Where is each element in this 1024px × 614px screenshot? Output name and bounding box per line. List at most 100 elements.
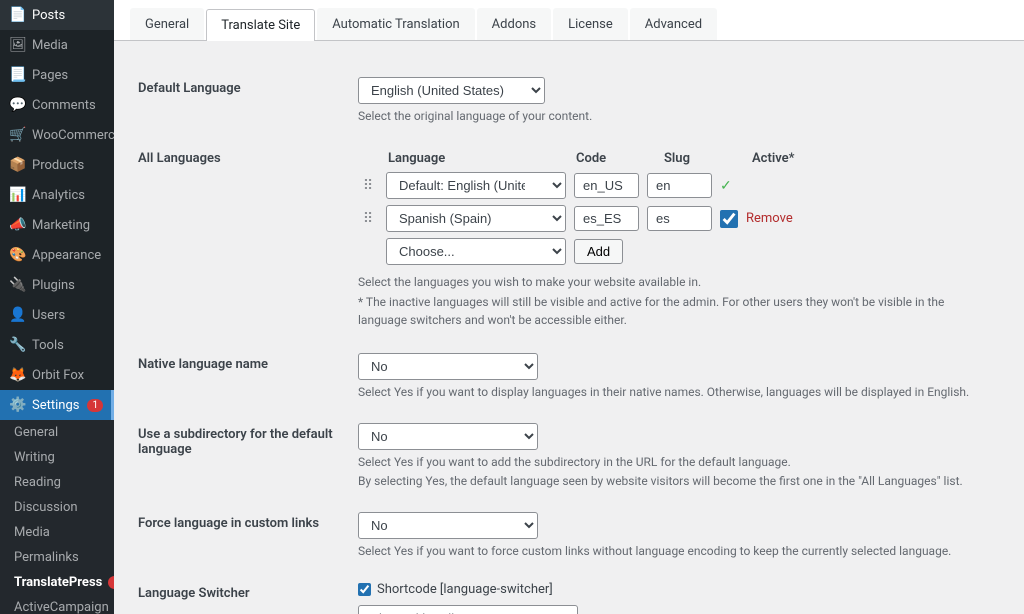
subdirectory-section: Use a subdirectory for the default langu… [138, 423, 990, 488]
tabs-bar: General Translate Site Automatic Transla… [114, 0, 1024, 41]
media-icon: 🖼 [10, 37, 26, 53]
sidebar: 📄 Posts 🖼 Media 📃 Pages 💬 Comments 🛒 Woo… [0, 0, 114, 614]
lang-select-english[interactable]: Default: English (United States) [386, 172, 566, 199]
flags-select-shortcode[interactable]: Flags with Full Language Names Flags wit… [358, 605, 578, 614]
col-code-header: Code [576, 151, 656, 166]
code-input-spanish[interactable] [574, 206, 639, 231]
settings-submenu: General Writing Reading Discussion Media… [0, 420, 114, 614]
submenu-item-writing[interactable]: Writing [0, 445, 114, 470]
subdirectory-body: No Yes Select Yes if you want to add the… [358, 423, 990, 488]
tab-advanced[interactable]: Advanced [630, 8, 717, 40]
add-language-button[interactable]: Add [574, 239, 623, 264]
drag-handle-1[interactable]: ⠿ [358, 178, 378, 194]
sidebar-item-posts[interactable]: 📄 Posts [0, 0, 114, 30]
translatepress-label: TranslatePress [14, 575, 102, 590]
sidebar-label-orbit-fox: Orbit Fox [32, 368, 84, 383]
active-checkmark-english: ✓ [720, 178, 732, 194]
all-languages-section: All Languages Language Code Slug Active*… [138, 147, 990, 329]
sidebar-item-appearance[interactable]: 🎨 Appearance [0, 240, 114, 270]
settings-content: Default Language English (United States)… [114, 41, 1014, 614]
all-languages-label: All Languages [138, 147, 338, 166]
sidebar-item-pages[interactable]: 📃 Pages [0, 60, 114, 90]
sidebar-item-settings[interactable]: ⚙️ Settings 1 [0, 390, 114, 420]
tab-translate-site[interactable]: Translate Site [206, 9, 315, 41]
sidebar-item-media[interactable]: 🖼 Media [0, 30, 114, 60]
submenu-item-translatepress[interactable]: TranslatePress 1 [0, 570, 114, 595]
default-language-desc: Select the original language of your con… [358, 109, 990, 123]
lang-row-english: ⠿ Default: English (United States) ✓ [358, 172, 990, 199]
lang-table-header: Language Code Slug Active* [358, 147, 990, 172]
force-language-select[interactable]: No Yes [358, 512, 538, 539]
settings-badge: 1 [87, 399, 103, 412]
language-switcher-section: Language Switcher Shortcode [language-sw… [138, 582, 990, 614]
shortcode-label: Shortcode [language-switcher] [377, 582, 553, 597]
users-icon: 👤 [10, 307, 26, 323]
sidebar-label-posts: Posts [32, 8, 65, 23]
submenu-item-activecampaign[interactable]: ActiveCampaign [0, 595, 114, 614]
submenu-item-general[interactable]: General [0, 420, 114, 445]
native-language-select[interactable]: No Yes [358, 353, 538, 380]
lang-note-1: Select the languages you wish to make yo… [358, 273, 990, 291]
sidebar-label-tools: Tools [32, 338, 64, 353]
tab-general[interactable]: General [130, 8, 204, 40]
products-icon: 📦 [10, 157, 26, 173]
tab-license[interactable]: License [553, 8, 628, 40]
analytics-icon: 📊 [10, 187, 26, 203]
tab-addons[interactable]: Addons [477, 8, 551, 40]
sidebar-item-products[interactable]: 📦 Products [0, 150, 114, 180]
native-language-label: Native language name [138, 353, 338, 372]
tab-automatic-translation[interactable]: Automatic Translation [317, 8, 474, 40]
slug-input-spanish[interactable] [647, 206, 712, 231]
shortcode-checkbox[interactable] [358, 583, 371, 596]
sidebar-label-plugins: Plugins [32, 278, 75, 293]
orbit-fox-icon: 🦊 [10, 367, 26, 383]
sidebar-item-comments[interactable]: 💬 Comments [0, 90, 114, 120]
sidebar-item-tools[interactable]: 🔧 Tools [0, 330, 114, 360]
posts-icon: 📄 [10, 7, 26, 23]
subdirectory-desc2: By selecting Yes, the default language s… [358, 474, 990, 488]
sidebar-label-marketing: Marketing [32, 218, 90, 233]
sidebar-item-users[interactable]: 👤 Users [0, 300, 114, 330]
force-language-desc: Select Yes if you want to force custom l… [358, 544, 990, 558]
sidebar-label-woocommerce: WooCommerce [32, 128, 114, 143]
col-language-header: Language [388, 151, 568, 166]
default-language-section: Default Language English (United States)… [138, 77, 990, 123]
slug-input-english[interactable] [647, 173, 712, 198]
shortcode-checkbox-row: Shortcode [language-switcher] [358, 582, 990, 597]
submenu-item-media[interactable]: Media [0, 520, 114, 545]
active-checkbox-spanish[interactable] [720, 210, 738, 228]
plugins-icon: 🔌 [10, 277, 26, 293]
submenu-item-permalinks[interactable]: Permalinks [0, 545, 114, 570]
drag-handle-2[interactable]: ⠿ [358, 211, 378, 227]
lang-row-spanish: ⠿ Spanish (Spain) Remove [358, 205, 990, 232]
lang-notes: Select the languages you wish to make yo… [358, 273, 990, 329]
native-language-section: Native language name No Yes Select Yes i… [138, 353, 990, 399]
woocommerce-icon: 🛒 [10, 127, 26, 143]
sidebar-item-woocommerce[interactable]: 🛒 WooCommerce [0, 120, 114, 150]
choose-language-select[interactable]: Choose... [386, 238, 566, 265]
default-language-select[interactable]: English (United States) [358, 77, 545, 104]
sidebar-label-comments: Comments [32, 98, 96, 113]
lang-select-spanish[interactable]: Spanish (Spain) [386, 205, 566, 232]
code-input-english[interactable] [574, 173, 639, 198]
sidebar-label-analytics: Analytics [32, 188, 85, 203]
force-language-body: No Yes Select Yes if you want to force c… [358, 512, 990, 558]
subdirectory-select[interactable]: No Yes [358, 423, 538, 450]
submenu-item-reading[interactable]: Reading [0, 470, 114, 495]
appearance-icon: 🎨 [10, 247, 26, 263]
sidebar-label-media: Media [32, 38, 68, 53]
sidebar-item-orbit-fox[interactable]: 🦊 Orbit Fox [0, 360, 114, 390]
sidebar-item-plugins[interactable]: 🔌 Plugins [0, 270, 114, 300]
submenu-item-discussion[interactable]: Discussion [0, 495, 114, 520]
sidebar-item-marketing[interactable]: 📣 Marketing [0, 210, 114, 240]
pages-icon: 📃 [10, 67, 26, 83]
language-switcher-body: Shortcode [language-switcher] Flags with… [358, 582, 990, 614]
force-language-section: Force language in custom links No Yes Se… [138, 512, 990, 558]
remove-spanish-link[interactable]: Remove [746, 211, 793, 226]
lang-note-2: * The inactive languages will still be v… [358, 293, 990, 329]
default-language-body: English (United States) Select the origi… [358, 77, 990, 123]
sidebar-item-analytics[interactable]: 📊 Analytics [0, 180, 114, 210]
comments-icon: 💬 [10, 97, 26, 113]
all-languages-body: Language Code Slug Active* ⠿ Default: En… [358, 147, 990, 329]
language-switcher-label: Language Switcher [138, 582, 338, 601]
